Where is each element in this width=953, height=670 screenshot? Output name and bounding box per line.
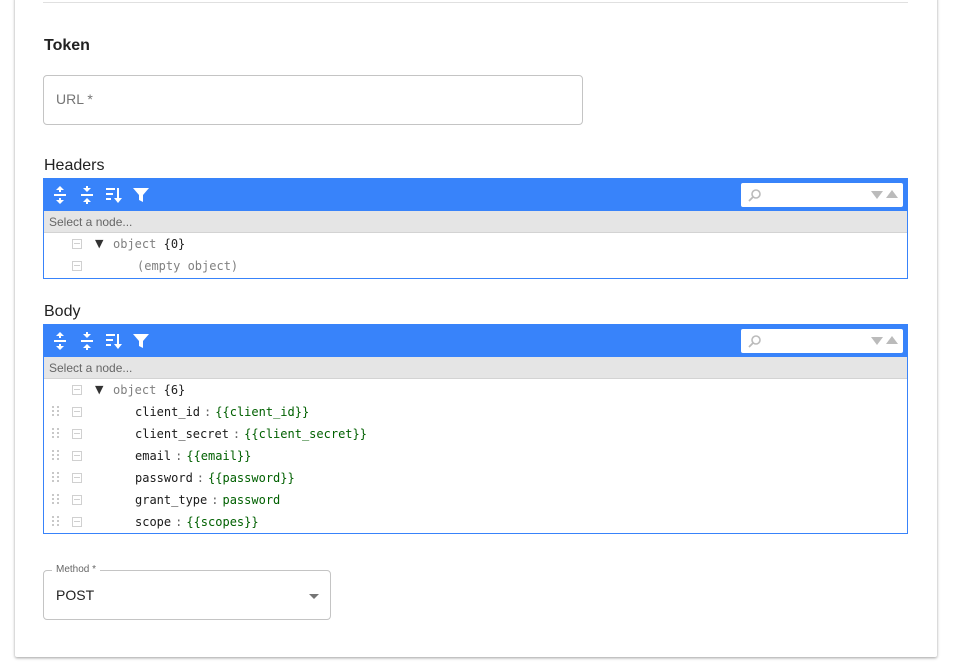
search-icon: [748, 189, 761, 202]
collapse-all-icon[interactable]: [77, 331, 97, 351]
filter-icon[interactable]: [131, 331, 151, 351]
field-key[interactable]: grant_type: [135, 493, 207, 507]
body-search-input[interactable]: [765, 332, 865, 350]
field-value[interactable]: {{scopes}}: [186, 515, 258, 529]
tree-field-row: scope: {{scopes}}: [44, 511, 907, 533]
search-next-icon[interactable]: [871, 191, 883, 199]
drag-handle-icon[interactable]: [52, 494, 60, 506]
field-value[interactable]: {{client_secret}}: [244, 427, 367, 441]
sort-icon[interactable]: [104, 185, 124, 205]
context-menu-icon[interactable]: [72, 261, 82, 271]
tree-field-row: client_id: {{client_id}}: [44, 401, 907, 423]
context-menu-icon[interactable]: [72, 239, 82, 249]
field-key[interactable]: email: [135, 449, 171, 463]
expand-all-icon[interactable]: [50, 185, 70, 205]
tree-root-row: ▼ object {6}: [44, 379, 907, 401]
context-menu-icon[interactable]: [72, 451, 82, 461]
body-label: Body: [44, 303, 81, 320]
divider: [43, 2, 908, 3]
root-count: {6}: [163, 383, 186, 397]
context-menu-icon[interactable]: [72, 495, 82, 505]
root-type: object: [113, 237, 157, 251]
field-key[interactable]: client_secret: [135, 427, 229, 441]
collapse-triangle-icon[interactable]: ▼: [95, 233, 103, 255]
headers-tree: ▼ object {0} (empty object): [44, 233, 907, 277]
root-count: {0}: [163, 237, 186, 251]
filter-icon[interactable]: [131, 185, 151, 205]
tree-field-row: grant_type: password: [44, 489, 907, 511]
field-value[interactable]: {{client_id}}: [215, 405, 309, 419]
context-menu-icon[interactable]: [72, 473, 82, 483]
section-title: Token: [44, 37, 90, 54]
body-search-box[interactable]: [741, 329, 903, 353]
field-key[interactable]: scope: [135, 515, 171, 529]
tree-empty-row: (empty object): [44, 255, 907, 277]
headers-search-box[interactable]: [741, 183, 903, 207]
url-label: URL *: [56, 91, 93, 107]
key-value-separator: :: [175, 449, 183, 463]
dropdown-arrow-icon[interactable]: [309, 594, 319, 599]
context-menu-icon[interactable]: [72, 385, 82, 395]
headers-json-editor[interactable]: Select a node... ▼ object {0} (empty obj…: [43, 178, 908, 279]
key-value-separator: :: [232, 427, 241, 441]
collapse-all-icon[interactable]: [77, 185, 97, 205]
key-value-separator: :: [211, 493, 219, 507]
drag-handle-icon[interactable]: [52, 516, 60, 528]
collapse-triangle-icon[interactable]: ▼: [95, 379, 103, 401]
method-label: Method *: [52, 564, 101, 575]
field-value[interactable]: password: [222, 493, 280, 507]
search-icon: [748, 335, 761, 348]
field-key[interactable]: client_id: [135, 405, 200, 419]
context-menu-icon[interactable]: [72, 517, 82, 527]
field-key[interactable]: password: [135, 471, 193, 485]
field-value[interactable]: {{email}}: [186, 449, 251, 463]
drag-handle-icon[interactable]: [52, 450, 60, 462]
expand-all-icon[interactable]: [50, 331, 70, 351]
headers-label: Headers: [44, 157, 105, 174]
key-value-separator: :: [204, 405, 212, 419]
method-select[interactable]: Method * POST: [43, 564, 331, 620]
field-value[interactable]: {{password}}: [208, 471, 295, 485]
drag-handle-icon[interactable]: [52, 406, 60, 418]
body-json-editor[interactable]: Select a node... ▼ object {6} client_id:…: [43, 324, 908, 534]
empty-object-text: (empty object): [137, 259, 239, 273]
headers-search-input[interactable]: [765, 186, 865, 204]
key-value-separator: :: [175, 515, 183, 529]
context-menu-icon[interactable]: [72, 407, 82, 417]
search-previous-icon[interactable]: [886, 190, 898, 198]
body-editor-menu: [44, 325, 907, 357]
sort-icon[interactable]: [104, 331, 124, 351]
tree-field-row: password: {{password}}: [44, 467, 907, 489]
headers-editor-menu: [44, 179, 907, 211]
root-type: object: [113, 383, 157, 397]
search-next-icon[interactable]: [871, 337, 883, 345]
tree-field-row: email: {{email}}: [44, 445, 907, 467]
search-previous-icon[interactable]: [886, 336, 898, 344]
body-tree: ▼ object {6} client_id: {{client_id}} clie…: [44, 379, 907, 533]
drag-handle-icon[interactable]: [52, 428, 60, 440]
drag-handle-icon[interactable]: [52, 472, 60, 484]
body-navigation-bar[interactable]: Select a node...: [44, 357, 907, 379]
method-value: POST: [56, 587, 95, 603]
context-menu-icon[interactable]: [72, 429, 82, 439]
key-value-separator: :: [196, 471, 205, 485]
url-field[interactable]: URL *: [43, 75, 583, 125]
headers-navigation-bar[interactable]: Select a node...: [44, 211, 907, 233]
tree-root-row: ▼ object {0}: [44, 233, 907, 255]
tree-field-row: client_secret: {{client_secret}}: [44, 423, 907, 445]
